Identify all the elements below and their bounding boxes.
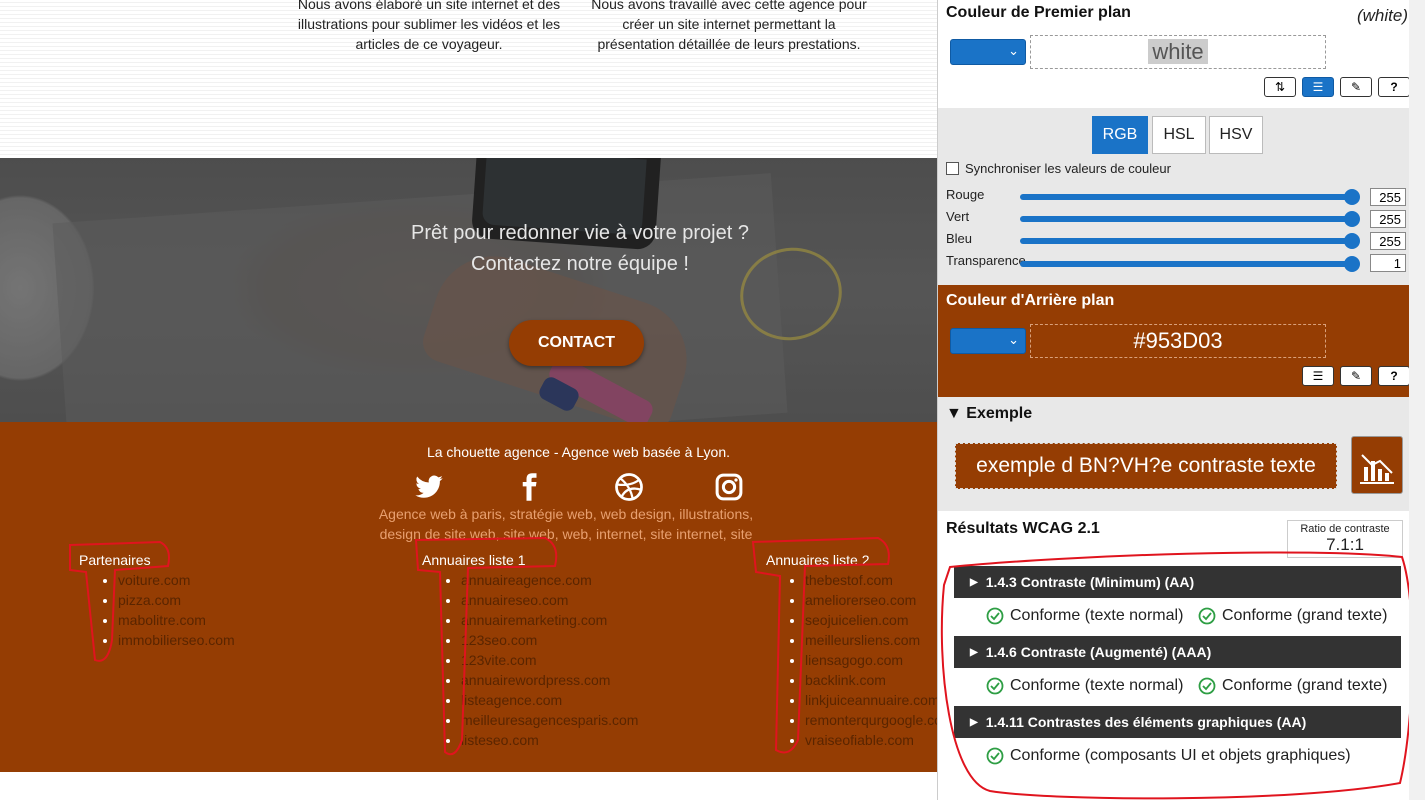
call-to-action-banner: Prêt pour redonner vie à votre projet ? … xyxy=(0,158,937,422)
chart-icon[interactable] xyxy=(1351,436,1403,494)
background-color-select[interactable]: ⌄ xyxy=(950,328,1026,354)
services-section: Nous avons élaboré un site internet et d… xyxy=(0,0,937,158)
slider-green[interactable] xyxy=(1020,211,1360,227)
twitter-icon[interactable] xyxy=(414,472,444,502)
slider-green-value[interactable]: 255 xyxy=(1370,210,1406,228)
instagram-icon[interactable] xyxy=(714,472,744,502)
slider-alpha[interactable] xyxy=(1020,256,1360,272)
example-text-preview: exemple d BN?VH?e contraste texte xyxy=(955,443,1337,489)
tab-rgb[interactable]: RGB xyxy=(1092,116,1148,154)
sliders-icon[interactable]: ☰ xyxy=(1302,77,1334,97)
slider-label-blue: Bleu xyxy=(946,231,973,246)
slider-label-green: Vert xyxy=(946,209,970,224)
list-item[interactable]: pizza.com xyxy=(118,590,235,610)
tab-hsl[interactable]: HSL xyxy=(1152,116,1206,154)
website-preview: Nous avons élaboré un site internet et d… xyxy=(0,0,937,800)
triangle-down-icon: ▼ xyxy=(946,405,967,422)
list-item[interactable]: annuairemarketing.com xyxy=(461,610,638,630)
background-color-field[interactable]: #953D03 xyxy=(1030,324,1326,358)
list-item[interactable]: annuairewordpress.com xyxy=(461,670,638,690)
footer-column-annuaires-2: Annuaires liste 2 thebestof.com ameliore… xyxy=(766,552,937,750)
background-color-section: Couleur d'Arrière plan ⌄ #953D03 ☰ ✎ ? xyxy=(938,285,1410,397)
list-item[interactable]: linkjuiceannuaire.com xyxy=(805,690,937,710)
list-item[interactable]: ameliorerseo.com xyxy=(805,590,937,610)
contrast-ratio-label: Ratio de contraste xyxy=(1300,523,1390,535)
column-title: Annuaires liste 1 xyxy=(422,552,526,568)
slider-blue[interactable] xyxy=(1020,233,1360,249)
cta-heading: Prêt pour redonner vie à votre projet ? … xyxy=(411,222,749,275)
footer-column-partners: Partenaires voiture.com pizza.com maboli… xyxy=(79,552,235,650)
seo-keywords-text: Agence web à paris, stratégie web, web d… xyxy=(378,506,754,542)
example-toggle[interactable]: ▼ Exemple xyxy=(946,405,1032,423)
eyedropper-icon[interactable]: ✎ xyxy=(1340,77,1372,97)
list-item[interactable]: 123seo.com xyxy=(461,630,638,650)
swap-colors-icon[interactable]: ⇅ xyxy=(1264,77,1296,97)
list-item[interactable]: immobilierseo.com xyxy=(118,630,235,650)
foreground-color-select[interactable]: ⌄ xyxy=(950,39,1026,65)
tab-hsv[interactable]: HSV xyxy=(1209,116,1263,154)
eyedropper-icon[interactable]: ✎ xyxy=(1340,366,1372,386)
list-item[interactable]: annuaireagence.com xyxy=(461,570,638,590)
slider-blue-value[interactable]: 255 xyxy=(1370,232,1406,250)
facebook-icon[interactable] xyxy=(514,472,544,502)
list-item[interactable]: meilleuresagencesparis.com xyxy=(461,710,638,730)
list-item[interactable]: vraiseofiable.com xyxy=(805,730,937,750)
service-description-1: Nous avons élaboré un site internet et d… xyxy=(297,0,561,52)
sliders-icon[interactable]: ☰ xyxy=(1302,366,1334,386)
list-item[interactable]: meilleursliens.com xyxy=(805,630,937,650)
site-footer: La chouette agence - Agence web basée à … xyxy=(0,422,937,772)
dribbble-icon[interactable] xyxy=(614,472,644,502)
slider-label-alpha: Transparence xyxy=(946,253,1026,268)
sync-values-checkbox[interactable]: Synchroniser les valeurs de couleur xyxy=(946,161,1171,176)
foreground-name-note: (white) xyxy=(1356,6,1408,25)
chevron-down-icon: ⌄ xyxy=(1008,332,1019,347)
red-annotation-circle xyxy=(940,551,1414,800)
slider-red[interactable] xyxy=(1020,189,1360,205)
foreground-color-field[interactable]: white xyxy=(1030,35,1326,69)
list-item[interactable]: voiture.com xyxy=(118,570,235,590)
background-title: Couleur d'Arrière plan xyxy=(946,292,1115,309)
footer-title: La chouette agence - Agence web basée à … xyxy=(426,444,731,460)
list-item[interactable]: remonterqurgoogle.com xyxy=(805,710,937,730)
list-item[interactable]: thebestof.com xyxy=(805,570,937,590)
slider-alpha-value[interactable]: 1 xyxy=(1370,254,1406,272)
list-item[interactable]: backlink.com xyxy=(805,670,937,690)
list-item[interactable]: liensagogo.com xyxy=(805,650,937,670)
wcag-results-title: Résultats WCAG 2.1 xyxy=(946,520,1100,537)
list-item[interactable]: seojuicelien.com xyxy=(805,610,937,630)
service-description-2: Nous avons travaillé avec cette agence p… xyxy=(591,0,867,52)
contact-button[interactable]: CONTACT xyxy=(509,320,644,366)
list-item[interactable]: listeagence.com xyxy=(461,690,638,710)
column-title: Annuaires liste 2 xyxy=(766,552,870,568)
footer-column-annuaires-1: Annuaires liste 1 annuaireagence.com ann… xyxy=(422,552,638,750)
list-item[interactable]: listeseo.com xyxy=(461,730,638,750)
checkbox[interactable] xyxy=(946,162,959,175)
slider-label-red: Rouge xyxy=(946,187,985,202)
chevron-down-icon: ⌄ xyxy=(1008,43,1019,58)
list-item[interactable]: 123vite.com xyxy=(461,650,638,670)
column-title: Partenaires xyxy=(79,552,151,568)
scrollbar[interactable] xyxy=(1409,0,1425,800)
help-icon[interactable]: ? xyxy=(1378,77,1410,97)
help-icon[interactable]: ? xyxy=(1378,366,1410,386)
list-item[interactable]: annuaireseo.com xyxy=(461,590,638,610)
list-item[interactable]: mabolitre.com xyxy=(118,610,235,630)
foreground-title: Couleur de Premier plan xyxy=(946,4,1131,21)
contrast-checker-panel: Couleur de Premier plan (white) ⌄ white … xyxy=(937,0,1414,800)
slider-red-value[interactable]: 255 xyxy=(1370,188,1406,206)
